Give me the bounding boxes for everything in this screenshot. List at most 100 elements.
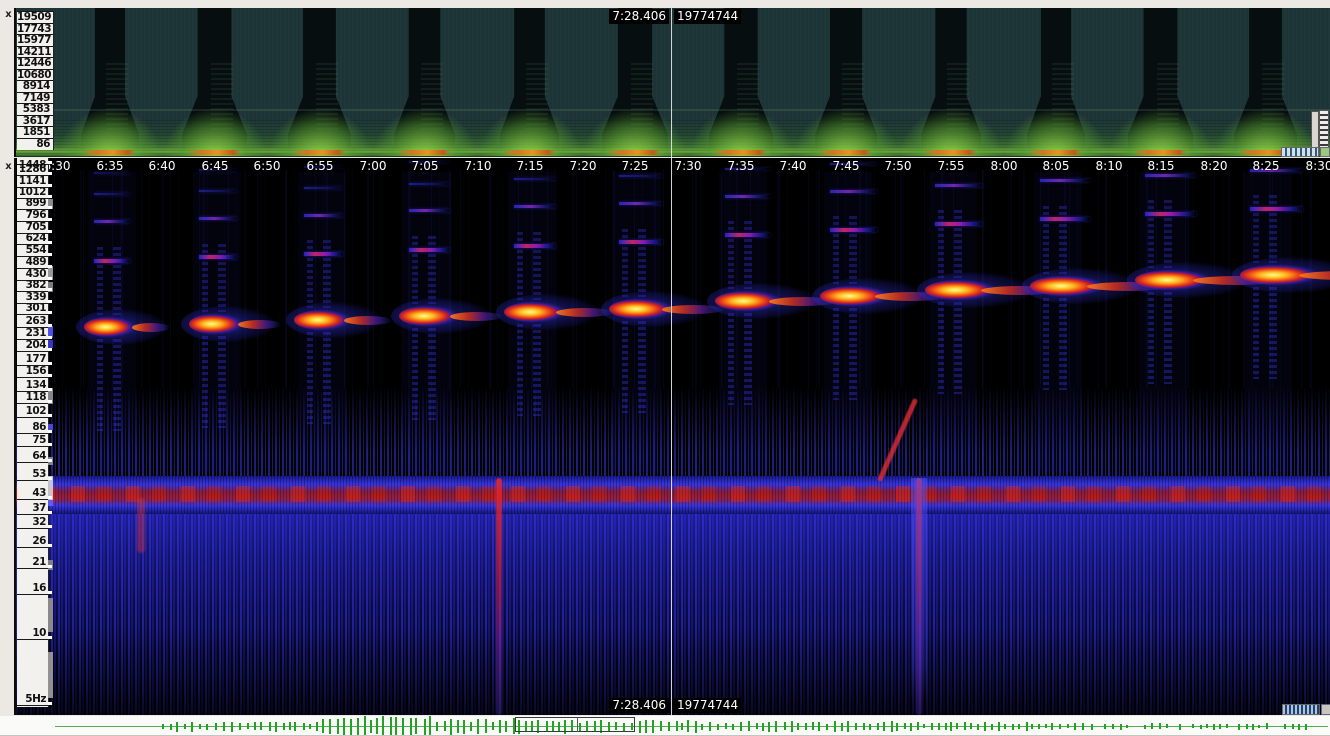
time-tick-label: 6:55 <box>298 159 342 173</box>
cursor-time-label-bottom: 7:28.406 <box>609 698 669 713</box>
waveform-tick <box>402 718 404 735</box>
waveform-tick <box>1038 724 1040 729</box>
waveform-tick <box>964 722 966 730</box>
waveform-tick <box>450 719 452 735</box>
time-tick-label: 8:00 <box>982 159 1026 173</box>
waveform-tick <box>687 720 689 732</box>
time-tick-label: 7:00 <box>351 159 395 173</box>
freq-tick-mark <box>48 288 52 291</box>
waveform-tick <box>337 719 339 734</box>
waveform-tick <box>1266 723 1268 729</box>
waveform-tick <box>998 722 1000 731</box>
freq-tick-separator <box>17 568 48 569</box>
top-spectrogram-pane[interactable]: 7:28.406 19774744 1950917743159771421112… <box>14 8 1330 157</box>
waveform-tick <box>1252 724 1254 730</box>
waveform-overview[interactable] <box>0 716 1330 736</box>
waveform-tick <box>652 720 654 733</box>
freq-tick-label: 86 <box>17 421 48 433</box>
call-orange-streak <box>715 150 767 155</box>
waveform-tick <box>376 718 378 734</box>
waveform-tick <box>676 721 678 731</box>
freq-tick-mark <box>48 348 52 351</box>
visible-range-box[interactable] <box>515 717 635 732</box>
waveform-tick <box>329 719 331 734</box>
waveform-tick <box>818 722 820 731</box>
call-orange-streak <box>820 150 872 155</box>
waveform-tick <box>1045 724 1047 728</box>
waveform-tick <box>1059 724 1061 729</box>
freq-tick-label: 899 <box>17 197 48 209</box>
time-tick-label: 7:05 <box>403 159 447 173</box>
waveform-tick <box>395 717 397 736</box>
playback-cursor-line <box>671 8 672 157</box>
waveform-tick <box>1012 724 1014 730</box>
waveform-tick <box>847 721 849 732</box>
waveform-tick <box>275 722 277 732</box>
waveform-tick <box>883 722 885 731</box>
freq-tick-separator <box>17 462 48 463</box>
top-call-glows <box>16 8 1330 157</box>
freq-tick-label: 7149 <box>17 92 53 104</box>
waveform-tick <box>1004 724 1006 729</box>
freq-tick-label: 177 <box>17 353 48 365</box>
freq-tick-mark <box>48 253 52 256</box>
waveform-tick <box>247 723 249 729</box>
waveform-tick <box>855 723 857 730</box>
overview-playhead <box>577 717 578 732</box>
freq-tick-label: 156 <box>17 365 48 377</box>
freq-tick-label: 43 <box>17 487 48 499</box>
freq-tick-label: 8914 <box>17 80 53 92</box>
bottom-spectrogram-pane[interactable]: 6:306:356:406:456:506:557:007:057:107:15… <box>14 158 1330 715</box>
waveform-tick <box>891 721 893 732</box>
freq-tick-separator <box>17 417 48 418</box>
freq-tick-label: 5Hz <box>17 693 48 705</box>
waveform-tick <box>841 723 843 731</box>
time-tick-label: 7:10 <box>456 159 500 173</box>
bottom-pane-close-button[interactable]: x <box>3 161 14 172</box>
waveform-tick <box>162 724 164 729</box>
waveform-tick <box>1031 724 1033 729</box>
call-orange-streak <box>1030 150 1082 155</box>
cursor-sample-label: 19774744 <box>674 9 741 24</box>
top-pane-close-button[interactable]: x <box>3 9 14 20</box>
waveform-tick <box>231 722 233 732</box>
transient-streaks-layer <box>16 158 1330 715</box>
waveform-tick <box>254 722 256 730</box>
axis-profile-mark <box>48 598 53 632</box>
axis-profile-mark <box>48 500 53 506</box>
time-tick-label: 6:40 <box>140 159 184 173</box>
axis-profile-mark <box>48 652 53 698</box>
call-green-glow <box>689 108 793 156</box>
cursor-time-label: 7:28.406 <box>609 9 669 24</box>
waveform-tick <box>910 723 912 731</box>
time-ruler: 6:306:356:406:456:506:557:007:057:107:15… <box>16 158 1330 174</box>
waveform-tick <box>1120 724 1122 730</box>
time-tick-label: 8:15 <box>1139 159 1183 173</box>
waveform-tick <box>869 724 871 730</box>
freq-tick-label: 10680 <box>17 69 53 81</box>
freq-tick-label: 624 <box>17 232 48 244</box>
waveform-tick <box>269 722 271 731</box>
fft-progress-status-icon <box>1320 147 1330 157</box>
waveform-tick <box>1219 724 1221 729</box>
waveform-tick <box>1051 723 1053 730</box>
call-green-glow <box>899 108 1003 156</box>
waveform-tick <box>364 716 366 736</box>
waveform-tick <box>681 723 683 730</box>
freq-tick-mark <box>48 636 52 639</box>
freq-tick-mark <box>48 324 52 327</box>
call-orange-streak <box>84 150 136 155</box>
freq-tick-label: 231 <box>17 327 48 339</box>
freq-tick-label: 263 <box>17 315 48 327</box>
waveform-tick <box>1292 724 1294 729</box>
freq-tick-label: 64 <box>17 450 48 462</box>
time-tick-label: 8:25 <box>1244 159 1288 173</box>
freq-tick-label: 301 <box>17 302 48 314</box>
time-tick-label: 8:30 <box>1297 159 1330 173</box>
waveform-tick <box>740 722 742 731</box>
freq-tick-label: 3617 <box>17 115 53 127</box>
waveform-tick <box>1067 724 1069 728</box>
fft-progress-status2-icon <box>1321 704 1330 715</box>
time-tick-label: 7:35 <box>719 159 763 173</box>
freq-tick-mark <box>48 591 52 594</box>
